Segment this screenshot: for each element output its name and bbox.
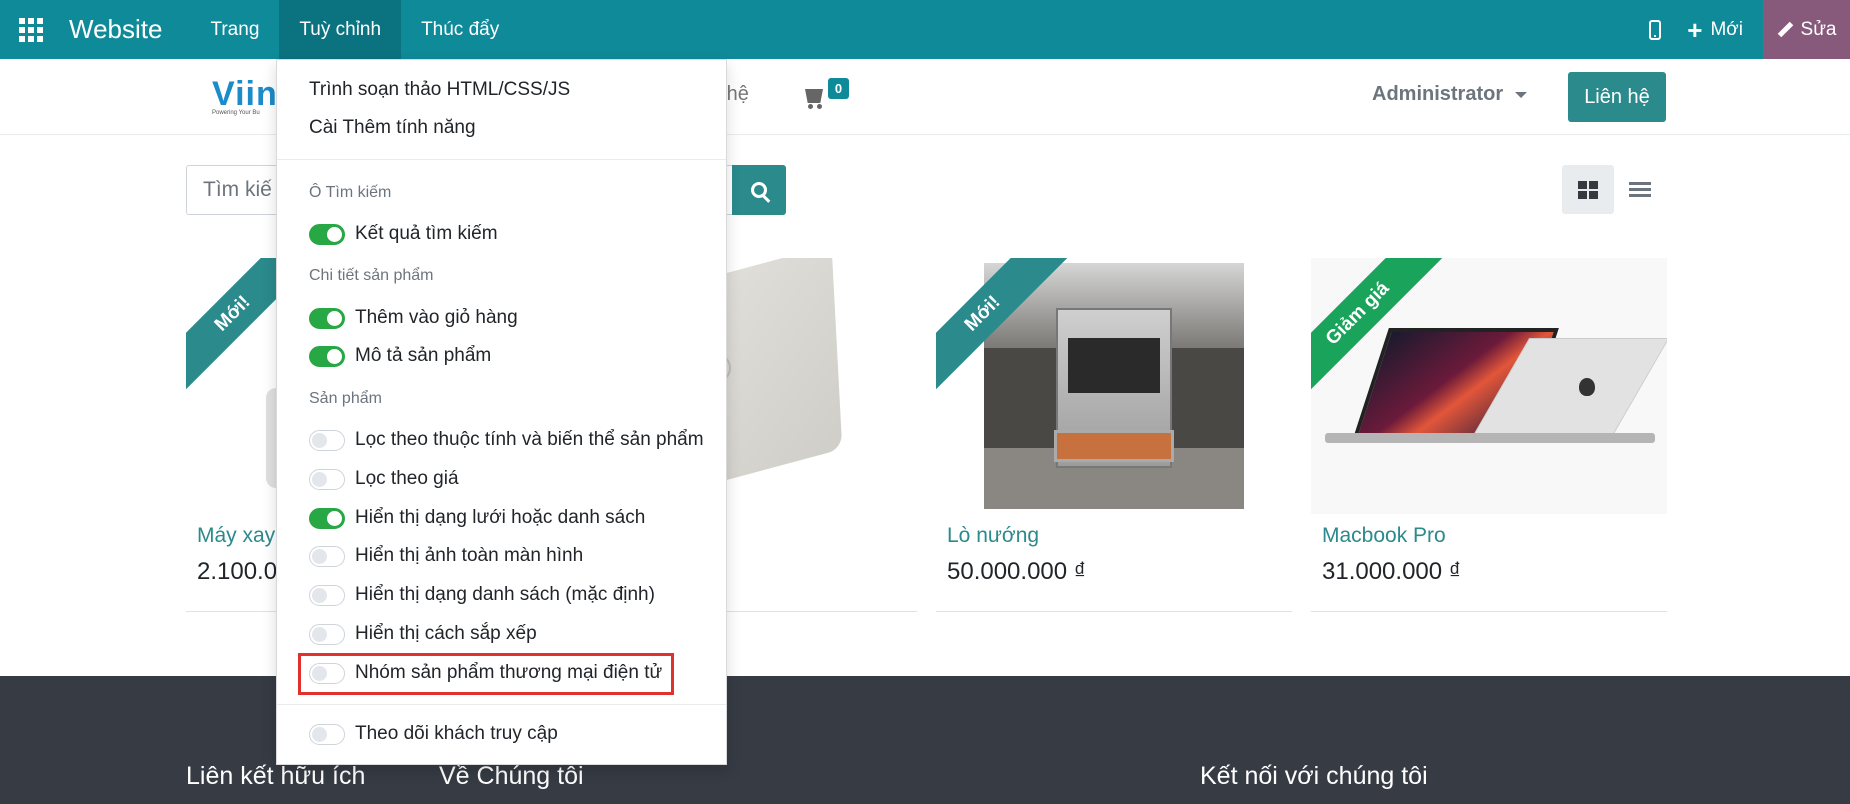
toggle-switch[interactable] (309, 429, 345, 451)
toggle-switch[interactable] (309, 345, 345, 367)
toggle-switch[interactable] (309, 623, 345, 645)
mobile-icon (1649, 19, 1662, 40)
footer-useful-links-heading: Liên kết hữu ích (186, 762, 366, 790)
toggle-row-product-description[interactable]: Mô tả sản phẩm (309, 345, 491, 367)
highlight-annotation-box (298, 653, 674, 695)
apps-menu-icon[interactable] (0, 0, 62, 59)
toggle-switch[interactable] (309, 223, 345, 245)
menu-pages[interactable]: Trang (190, 0, 279, 59)
toggle-label: Mô tả sản phẩm (355, 345, 492, 366)
user-name: Administrator (1372, 83, 1504, 105)
toggle-row-add-to-cart[interactable]: Thêm vào giỏ hàng (309, 307, 518, 329)
user-menu[interactable]: Administrator (1372, 83, 1528, 106)
pencil-icon (1777, 22, 1793, 38)
new-button-label: Mới (1710, 18, 1743, 40)
product-price: 31.000.000 ₫ (1322, 558, 1462, 585)
contact-us-button[interactable]: Liên hệ (1568, 72, 1666, 122)
section-product-detail-header: Chi tiết sản phẩm (309, 267, 434, 284)
website-admin-navbar: Website Trang Tuỳ chỉnh Thúc đẩy + Mới S… (0, 0, 1850, 59)
install-features-item[interactable]: Cài Thêm tính năng (309, 117, 476, 139)
section-search-header: Ô Tìm kiếm (309, 184, 392, 201)
section-products-header: Sản phẩm (309, 390, 382, 407)
search-button[interactable] (732, 165, 786, 215)
toggle-label: Lọc theo giá (355, 468, 459, 489)
toggle-label: Thêm vào giỏ hàng (355, 307, 518, 328)
product-price: 50.000.000 ₫ (947, 558, 1087, 585)
cart-count-badge: 0 (828, 78, 849, 99)
toggle-row-filter-attributes[interactable]: Lọc theo thuộc tính và biến thể sản phẩm (309, 429, 704, 451)
edit-button-label: Sửa (1800, 18, 1837, 40)
caret-down-icon (1515, 91, 1528, 98)
menu-customize[interactable]: Tuỳ chỉnh (279, 0, 402, 59)
toggle-label: Hiển thị dạng lưới hoặc danh sách (355, 507, 646, 528)
grid-view-button[interactable] (1562, 165, 1614, 214)
html-css-js-editor-item[interactable]: Trình soạn thảo HTML/CSS/JS (309, 79, 570, 101)
list-icon (1629, 182, 1651, 197)
toggle-switch[interactable] (309, 507, 345, 529)
menu-promote[interactable]: Thúc đẩy (401, 0, 519, 59)
toggle-switch[interactable] (309, 723, 345, 745)
list-view-button[interactable] (1614, 165, 1666, 214)
grid-icon (1578, 180, 1598, 199)
logo-text: Viin (212, 75, 278, 113)
footer-about-heading: Về Chúng tôi (439, 762, 584, 790)
product-name[interactable]: Lò nướng (947, 524, 1039, 548)
toggle-label: Lọc theo thuộc tính và biến thể sản phẩm (355, 429, 704, 450)
toggle-row-filter-price[interactable]: Lọc theo giá (309, 468, 459, 490)
toggle-row-search-results[interactable]: Kết quả tìm kiếm (309, 223, 498, 245)
product-name[interactable]: Macbook Pro (1322, 524, 1446, 548)
footer-connect-heading: Kết nối với chúng tôi (1200, 762, 1428, 790)
cart-button[interactable]: 0 (805, 78, 849, 113)
product-card[interactable]: Giảm giá Macbook Pro 31.000.000 ₫ (1311, 258, 1667, 612)
toggle-label: Hiển thị cách sắp xếp (355, 623, 537, 644)
toggle-row-fullscreen-image[interactable]: Hiển thị ảnh toàn màn hình (309, 545, 583, 567)
app-title: Website (69, 14, 163, 44)
search-icon (751, 182, 767, 198)
plus-icon: + (1687, 14, 1703, 45)
product-image[interactable]: Giảm giá (1311, 258, 1667, 514)
toggle-switch[interactable] (309, 468, 345, 490)
toggle-switch[interactable] (309, 307, 345, 329)
toggle-row-sort-display[interactable]: Hiển thị cách sắp xếp (309, 623, 537, 645)
product-card[interactable]: Mới! Lò nướng 50.000.000 ₫ (936, 258, 1292, 612)
apple-logo-icon (1579, 378, 1595, 396)
toggle-row-grid-or-list[interactable]: Hiển thị dạng lưới hoặc danh sách (309, 507, 645, 529)
toggle-switch[interactable] (309, 584, 345, 606)
new-button[interactable]: + Mới (1675, 0, 1763, 59)
toggle-label: Hiển thị ảnh toàn màn hình (355, 545, 584, 566)
product-price: 2.100.0 (197, 558, 278, 585)
cart-icon (805, 89, 823, 103)
mobile-preview-button[interactable] (1635, 0, 1675, 59)
toggle-label: Hiển thị dạng danh sách (mặc định) (355, 584, 655, 605)
edit-button[interactable]: Sửa (1763, 0, 1850, 59)
toggle-switch[interactable] (309, 545, 345, 567)
toggle-label: Kết quả tìm kiếm (355, 223, 498, 244)
toggle-label: Theo dõi khách truy cập (355, 723, 558, 744)
toggle-row-list-default[interactable]: Hiển thị dạng danh sách (mặc định) (309, 584, 655, 606)
product-image[interactable]: Mới! (936, 258, 1292, 514)
toggle-row-track-visitors[interactable]: Theo dõi khách truy cập (309, 723, 558, 745)
